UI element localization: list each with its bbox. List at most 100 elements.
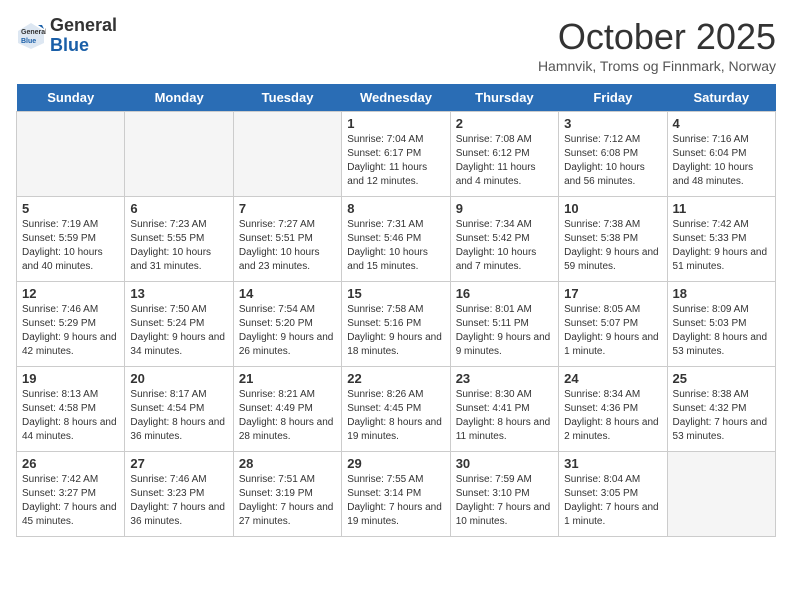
logo-general: General [50,15,117,35]
day-info: Sunrise: 8:30 AMSunset: 4:41 PMDaylight:… [456,388,553,444]
logo-icon: General Blue [16,21,46,51]
day-info: Sunrise: 7:34 AMSunset: 5:42 PMDaylight:… [456,218,553,274]
calendar-cell: 1 Sunrise: 7:04 AMSunset: 6:17 PMDaylight… [342,112,450,197]
day-number: 7 [239,201,336,216]
day-number: 1 [347,116,444,131]
day-number: 8 [347,201,444,216]
day-info: Sunrise: 8:21 AMSunset: 4:49 PMDaylight:… [239,388,336,444]
calendar-cell: 14 Sunrise: 7:54 AMSunset: 5:20 PMDayligh… [233,282,341,367]
calendar-cell: 7 Sunrise: 7:27 AMSunset: 5:51 PMDaylight… [233,197,341,282]
weekday-header-friday: Friday [559,84,667,112]
day-info: Sunrise: 7:58 AMSunset: 5:16 PMDaylight:… [347,303,444,359]
calendar-cell: 27Sunrise: 7:46 AMSunset: 3:23 PMDayligh… [125,452,233,537]
calendar-cell [667,452,775,537]
day-number: 17 [564,286,661,301]
day-info: Sunrise: 8:17 AMSunset: 4:54 PMDaylight:… [130,388,227,444]
weekday-header-saturday: Saturday [667,84,775,112]
calendar-cell: 12 Sunrise: 7:46 AMSunset: 5:29 PMDayligh… [17,282,125,367]
calendar-table: SundayMondayTuesdayWednesdayThursdayFrid… [16,84,776,537]
calendar-cell: 10 Sunrise: 7:38 AMSunset: 5:38 PMDayligh… [559,197,667,282]
day-number: 5 [22,201,119,216]
day-number: 12 [22,286,119,301]
day-info: Sunrise: 7:04 AMSunset: 6:17 PMDaylight:… [347,133,444,189]
weekday-header-sunday: Sunday [17,84,125,112]
day-number: 11 [673,201,770,216]
day-number: 9 [456,201,553,216]
weekday-header-row: SundayMondayTuesdayWednesdayThursdayFrid… [17,84,776,112]
day-number: 10 [564,201,661,216]
calendar-cell: 25 Sunrise: 8:38 AMSunset: 4:32 PMDayligh… [667,367,775,452]
logo: General Blue General Blue [16,16,117,56]
day-number: 15 [347,286,444,301]
month-title: October 2025 [538,16,776,58]
day-info: Sunrise: 7:50 AMSunset: 5:24 PMDaylight:… [130,303,227,359]
day-number: 26 [22,456,119,471]
calendar-week-3: 12 Sunrise: 7:46 AMSunset: 5:29 PMDayligh… [17,282,776,367]
day-info: Sunrise: 8:05 AMSunset: 5:07 PMDaylight:… [564,303,661,359]
day-info: Sunrise: 8:04 AMSunset: 3:05 PMDaylight:… [564,473,661,529]
day-info: Sunrise: 7:08 AMSunset: 6:12 PMDaylight:… [456,133,553,189]
day-info: Sunrise: 7:54 AMSunset: 5:20 PMDaylight:… [239,303,336,359]
calendar-week-5: 26Sunrise: 7:42 AMSunset: 3:27 PMDayligh… [17,452,776,537]
day-info: Sunrise: 7:27 AMSunset: 5:51 PMDaylight:… [239,218,336,274]
day-number: 24 [564,371,661,386]
day-info: Sunrise: 8:01 AMSunset: 5:11 PMDaylight:… [456,303,553,359]
calendar-cell: 2 Sunrise: 7:08 AMSunset: 6:12 PMDaylight… [450,112,558,197]
day-info: Sunrise: 8:09 AMSunset: 5:03 PMDaylight:… [673,303,770,359]
weekday-header-thursday: Thursday [450,84,558,112]
calendar-cell [125,112,233,197]
calendar-cell: 23Sunrise: 8:30 AMSunset: 4:41 PMDayligh… [450,367,558,452]
weekday-header-tuesday: Tuesday [233,84,341,112]
day-info: Sunrise: 7:38 AMSunset: 5:38 PMDaylight:… [564,218,661,274]
day-info: Sunrise: 7:46 AMSunset: 5:29 PMDaylight:… [22,303,119,359]
calendar-cell [17,112,125,197]
calendar-cell: 8 Sunrise: 7:31 AMSunset: 5:46 PMDaylight… [342,197,450,282]
day-number: 22 [347,371,444,386]
day-info: Sunrise: 8:38 AMSunset: 4:32 PMDaylight:… [673,388,770,444]
day-number: 20 [130,371,227,386]
day-info: Sunrise: 7:23 AMSunset: 5:55 PMDaylight:… [130,218,227,274]
svg-text:Blue: Blue [21,38,36,45]
day-number: 14 [239,286,336,301]
day-number: 13 [130,286,227,301]
calendar-cell: 6 Sunrise: 7:23 AMSunset: 5:55 PMDaylight… [125,197,233,282]
title-block: October 2025 Hamnvik, Troms og Finnmark,… [538,16,776,74]
svg-text:General: General [21,29,46,36]
calendar-week-4: 19Sunrise: 8:13 AMSunset: 4:58 PMDayligh… [17,367,776,452]
calendar-cell: 29Sunrise: 7:55 AMSunset: 3:14 PMDayligh… [342,452,450,537]
day-number: 31 [564,456,661,471]
day-number: 6 [130,201,227,216]
calendar-cell: 4 Sunrise: 7:16 AMSunset: 6:04 PMDaylight… [667,112,775,197]
day-number: 3 [564,116,661,131]
day-info: Sunrise: 7:16 AMSunset: 6:04 PMDaylight:… [673,133,770,189]
calendar-cell: 15 Sunrise: 7:58 AMSunset: 5:16 PMDayligh… [342,282,450,367]
calendar-cell: 5Sunrise: 7:19 AMSunset: 5:59 PMDaylight… [17,197,125,282]
calendar-cell: 22 Sunrise: 8:26 AMSunset: 4:45 PMDayligh… [342,367,450,452]
day-info: Sunrise: 7:59 AMSunset: 3:10 PMDaylight:… [456,473,553,529]
day-info: Sunrise: 7:55 AMSunset: 3:14 PMDaylight:… [347,473,444,529]
day-number: 4 [673,116,770,131]
day-number: 25 [673,371,770,386]
calendar-cell: 9 Sunrise: 7:34 AMSunset: 5:42 PMDaylight… [450,197,558,282]
day-number: 16 [456,286,553,301]
day-number: 18 [673,286,770,301]
day-info: Sunrise: 7:31 AMSunset: 5:46 PMDaylight:… [347,218,444,274]
day-info: Sunrise: 7:12 AMSunset: 6:08 PMDaylight:… [564,133,661,189]
day-info: Sunrise: 7:51 AMSunset: 3:19 PMDaylight:… [239,473,336,529]
calendar-week-1: 1 Sunrise: 7:04 AMSunset: 6:17 PMDaylight… [17,112,776,197]
calendar-cell: 21 Sunrise: 8:21 AMSunset: 4:49 PMDayligh… [233,367,341,452]
calendar-cell: 24Sunrise: 8:34 AMSunset: 4:36 PMDayligh… [559,367,667,452]
day-number: 21 [239,371,336,386]
calendar-cell: 17 Sunrise: 8:05 AMSunset: 5:07 PMDayligh… [559,282,667,367]
calendar-cell: 26Sunrise: 7:42 AMSunset: 3:27 PMDayligh… [17,452,125,537]
calendar-cell: 30Sunrise: 7:59 AMSunset: 3:10 PMDayligh… [450,452,558,537]
day-info: Sunrise: 8:26 AMSunset: 4:45 PMDaylight:… [347,388,444,444]
day-number: 2 [456,116,553,131]
calendar-week-2: 5Sunrise: 7:19 AMSunset: 5:59 PMDaylight… [17,197,776,282]
location-subtitle: Hamnvik, Troms og Finnmark, Norway [538,58,776,74]
calendar-cell: 18 Sunrise: 8:09 AMSunset: 5:03 PMDayligh… [667,282,775,367]
calendar-cell: 13 Sunrise: 7:50 AMSunset: 5:24 PMDayligh… [125,282,233,367]
calendar-cell [233,112,341,197]
day-info: Sunrise: 7:46 AMSunset: 3:23 PMDaylight:… [130,473,227,529]
calendar-cell: 31 Sunrise: 8:04 AMSunset: 3:05 PMDayligh… [559,452,667,537]
